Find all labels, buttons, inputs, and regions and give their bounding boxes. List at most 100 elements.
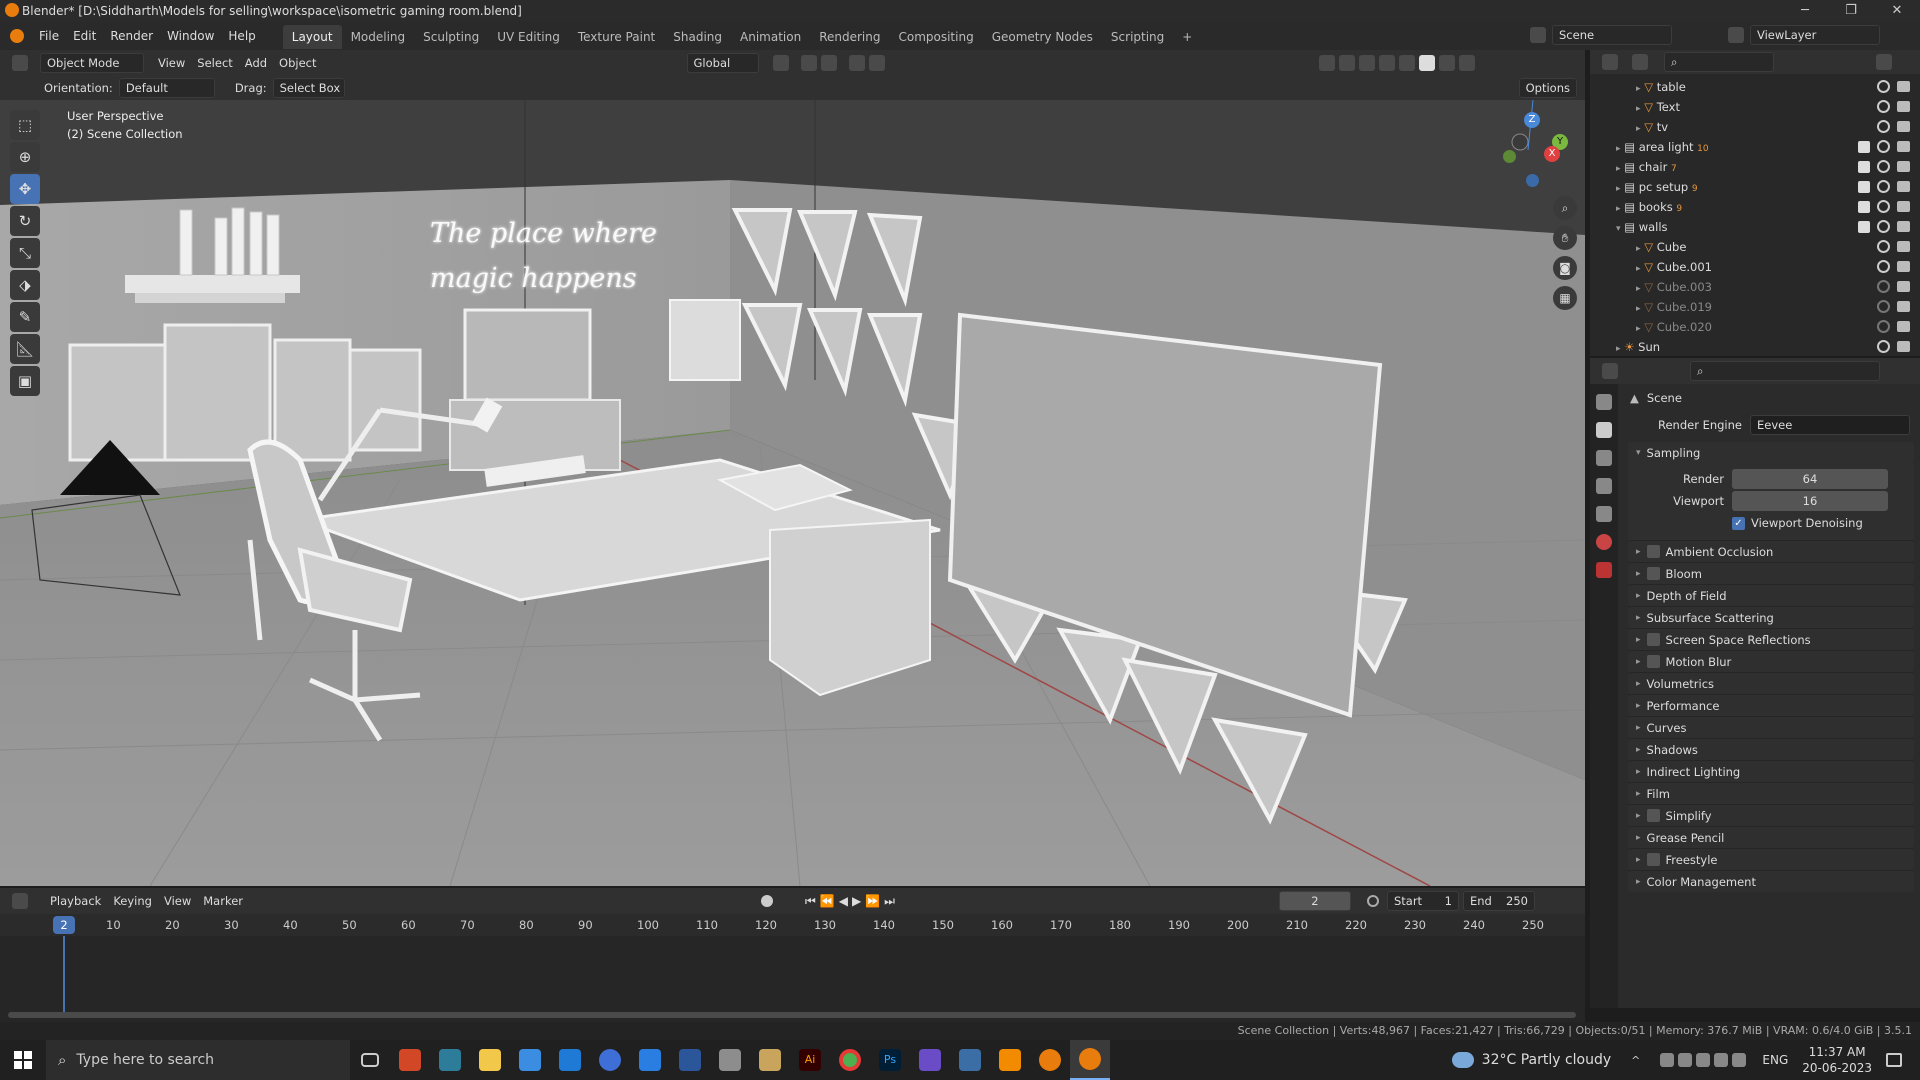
snap-target-icon[interactable] <box>820 55 837 71</box>
sticky-app-icon[interactable] <box>750 1040 790 1080</box>
timeline-editor-icon[interactable] <box>12 893 28 909</box>
tray-keyboard-icon[interactable] <box>1732 1053 1747 1067</box>
visibility-eye-icon[interactable] <box>1877 160 1890 173</box>
panel-sampling[interactable]: ▾ Sampling <box>1628 442 1914 464</box>
zoom-icon[interactable]: ⌕ <box>1553 196 1577 220</box>
outliner-row-walls[interactable]: ▾ ▤ walls <box>1590 217 1920 237</box>
panel-enable-checkbox[interactable] <box>1646 655 1660 668</box>
playhead-frame-badge[interactable]: 2 <box>53 916 75 934</box>
render-camera-icon[interactable] <box>1897 261 1910 272</box>
outliner-row-cube-019[interactable]: ▸ ▽ Cube.019 <box>1590 297 1920 317</box>
visibility-eye-icon[interactable] <box>1877 220 1890 233</box>
pivot-icon[interactable] <box>772 55 789 71</box>
menu-window[interactable]: Window <box>160 22 221 50</box>
view-layer-selector[interactable]: ViewLayer <box>1726 25 1880 45</box>
outliner-row-tv[interactable]: ▸ ▽ tv <box>1590 117 1920 137</box>
blue-app-icon[interactable] <box>630 1040 670 1080</box>
blender-active-taskbar-icon[interactable] <box>1070 1040 1110 1080</box>
outliner-row-sun[interactable]: ▸ ☀ Sun <box>1590 337 1920 357</box>
solid-shading-icon[interactable] <box>1418 55 1435 71</box>
current-frame-field[interactable]: 2 <box>1278 891 1351 911</box>
tray-network-icon[interactable] <box>1660 1053 1675 1067</box>
store-icon[interactable] <box>550 1040 590 1080</box>
properties-editor-icon[interactable] <box>1602 363 1618 379</box>
panel-grease-pencil[interactable]: ▸ Grease Pencil <box>1628 826 1914 848</box>
edge-icon[interactable] <box>590 1040 630 1080</box>
add-workspace-button[interactable]: + <box>1173 25 1201 49</box>
panel-depth-of-field[interactable]: ▸ Depth of Field <box>1628 584 1914 606</box>
proportional-edit-icon[interactable] <box>848 55 865 71</box>
notes-app-icon[interactable] <box>710 1040 750 1080</box>
minimize-button[interactable]: ─ <box>1782 0 1828 22</box>
tab-rendering[interactable]: Rendering <box>810 25 889 49</box>
snap-icon[interactable] <box>800 55 817 71</box>
properties-search[interactable]: ⌕ <box>1690 361 1880 381</box>
panel-enable-checkbox[interactable] <box>1646 853 1660 866</box>
notifications-icon[interactable] <box>1886 1053 1902 1067</box>
weather-text[interactable]: 32°C Partly cloudy <box>1482 1052 1612 1068</box>
timeline-scrollbar[interactable] <box>8 1012 1576 1018</box>
outliner-editor-icon[interactable] <box>1602 54 1618 70</box>
hidden-eye-icon[interactable] <box>1877 280 1890 293</box>
exclude-checkbox[interactable] <box>1858 161 1870 173</box>
playhead-line[interactable] <box>63 936 65 1014</box>
panel-film[interactable]: ▸ Film <box>1628 782 1914 804</box>
panel-freestyle[interactable]: ▸ Freestyle <box>1628 848 1914 870</box>
visibility-eye-icon[interactable] <box>1877 120 1890 133</box>
gizmo-toggle-icon[interactable] <box>1338 55 1355 71</box>
tab-geometry-nodes[interactable]: Geometry Nodes <box>983 25 1102 49</box>
menu-render[interactable]: Render <box>103 22 160 50</box>
menu-keying[interactable]: Keying <box>107 894 158 908</box>
visibility-eye-icon[interactable] <box>1877 260 1890 273</box>
tab-animation[interactable]: Animation <box>731 25 810 49</box>
render-engine-dropdown[interactable]: Eevee <box>1750 415 1910 435</box>
texture-tab-icon[interactable] <box>1596 562 1612 578</box>
visibility-eye-icon[interactable] <box>1877 200 1890 213</box>
view-layer-tab-icon[interactable] <box>1596 478 1612 494</box>
gizmo-x-axis[interactable]: X <box>1544 146 1560 162</box>
tab-modeling[interactable]: Modeling <box>342 25 415 49</box>
outliner-row-books[interactable]: ▸ ▤ books 9 <box>1590 197 1920 217</box>
panel-enable-checkbox[interactable] <box>1646 545 1660 558</box>
vectorizer-icon[interactable] <box>950 1040 990 1080</box>
render-camera-icon[interactable] <box>1897 81 1910 92</box>
material-shading-icon[interactable] <box>1438 55 1455 71</box>
outliner-row-text[interactable]: ▸ ▽ Text <box>1590 97 1920 117</box>
outliner-search[interactable]: ⌕ <box>1664 52 1774 72</box>
outliner-row-cube-003[interactable]: ▸ ▽ Cube.003 <box>1590 277 1920 297</box>
move-tool-icon[interactable]: ✥ <box>10 174 40 204</box>
exclude-checkbox[interactable] <box>1858 141 1870 153</box>
visibility-eye-icon[interactable] <box>1877 100 1890 113</box>
falloff-icon[interactable] <box>868 55 885 71</box>
scale-tool-icon[interactable]: ⤡ <box>10 238 40 268</box>
panel-subsurface-scattering[interactable]: ▸ Subsurface Scattering <box>1628 606 1914 628</box>
menu-file[interactable]: File <box>32 22 66 50</box>
tray-wifi-icon[interactable] <box>1696 1053 1711 1067</box>
tray-volume-icon[interactable] <box>1714 1053 1729 1067</box>
cursor-tool-icon[interactable]: ⊕ <box>10 142 40 172</box>
file-explorer-icon[interactable] <box>470 1040 510 1080</box>
scene-name[interactable]: Scene <box>1552 25 1672 45</box>
viewport-denoising-checkbox[interactable]: ✓ <box>1732 516 1745 530</box>
menu-playback[interactable]: Playback <box>44 894 107 908</box>
vlc-icon[interactable] <box>990 1040 1030 1080</box>
render-camera-icon[interactable] <box>1897 141 1910 152</box>
word-icon[interactable] <box>670 1040 710 1080</box>
panel-color-management[interactable]: ▸ Color Management <box>1628 870 1914 892</box>
tab-shading[interactable]: Shading <box>664 25 731 49</box>
start-frame-field[interactable]: Start 1 <box>1386 891 1459 911</box>
tab-compositing[interactable]: Compositing <box>889 25 982 49</box>
tab-sculpting[interactable]: Sculpting <box>414 25 488 49</box>
blender-menu-icon[interactable] <box>10 29 24 43</box>
vector-app-icon[interactable] <box>430 1040 470 1080</box>
camera-view-icon[interactable]: ◙ <box>1553 256 1577 280</box>
maximize-button[interactable]: ❐ <box>1828 0 1874 22</box>
menu-help[interactable]: Help <box>221 22 262 50</box>
options-dropdown[interactable]: Options <box>1518 78 1577 98</box>
tray-overflow-icon[interactable]: ^ <box>1631 1054 1640 1067</box>
render-camera-icon[interactable] <box>1897 181 1910 192</box>
render-camera-icon[interactable] <box>1897 341 1910 352</box>
render-camera-icon[interactable] <box>1897 281 1910 292</box>
select-tool-icon[interactable]: ⬚ <box>10 110 40 140</box>
visibility-eye-icon[interactable] <box>1877 180 1890 193</box>
